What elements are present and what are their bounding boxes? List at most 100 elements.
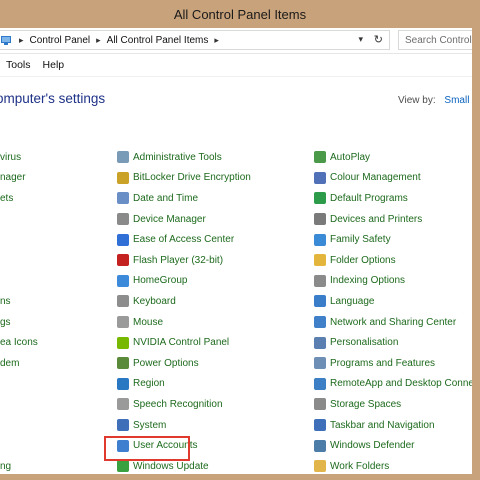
item-label[interactable]: Windows Update xyxy=(133,461,209,472)
control-panel-item[interactable]: Region xyxy=(117,374,251,395)
control-panel-item-left[interactable] xyxy=(0,374,38,395)
item-label[interactable]: Speech Recognition xyxy=(133,399,223,410)
item-label[interactable]: ng xyxy=(0,461,11,472)
control-panel-item[interactable]: Power Options xyxy=(117,353,251,374)
control-panel-item-left[interactable] xyxy=(0,229,38,250)
item-label[interactable]: Storage Spaces xyxy=(330,399,401,410)
control-panel-item-left[interactable] xyxy=(0,435,38,456)
item-label[interactable]: Region xyxy=(133,378,165,389)
item-label[interactable]: AutoPlay xyxy=(330,152,370,163)
control-panel-item-left[interactable] xyxy=(0,271,38,292)
microphone-icon xyxy=(117,398,129,411)
control-panel-item-left[interactable] xyxy=(0,394,38,415)
item-label[interactable]: Taskbar and Navigation xyxy=(330,420,435,431)
control-panel-item[interactable]: Taskbar and Navigation xyxy=(314,415,472,436)
item-label[interactable]: gs xyxy=(0,317,11,328)
control-panel-item-left[interactable]: ets xyxy=(0,188,38,209)
chevron-right-icon[interactable]: ▸ xyxy=(214,35,219,46)
view-by-dropdown[interactable]: Small ic xyxy=(444,95,472,106)
refresh-icon[interactable]: ↻ xyxy=(374,33,383,46)
item-label[interactable]: NVIDIA Control Panel xyxy=(133,337,229,348)
item-label[interactable]: Indexing Options xyxy=(330,275,405,286)
item-label[interactable]: Default Programs xyxy=(330,193,408,204)
chevron-right-icon[interactable]: ▸ xyxy=(96,35,101,46)
item-label[interactable]: Family Safety xyxy=(330,234,391,245)
item-label[interactable]: ns xyxy=(0,296,11,307)
search-input[interactable]: Search Control Pa xyxy=(398,30,472,50)
item-label[interactable]: Colour Management xyxy=(330,172,421,183)
item-label[interactable]: BitLocker Drive Encryption xyxy=(133,172,251,183)
control-panel-item[interactable]: System xyxy=(117,415,251,436)
control-panel-item[interactable]: Network and Sharing Center xyxy=(314,312,472,333)
control-panel-item[interactable]: Family Safety xyxy=(314,229,472,250)
control-panel-item[interactable]: Indexing Options xyxy=(314,271,472,292)
item-label[interactable]: Network and Sharing Center xyxy=(330,317,456,328)
item-label[interactable]: nager xyxy=(0,172,26,183)
item-label[interactable]: Windows Defender xyxy=(330,440,414,451)
control-panel-item-left[interactable] xyxy=(0,209,38,230)
item-label[interactable]: System xyxy=(133,420,166,431)
item-label[interactable]: Administrative Tools xyxy=(133,152,222,163)
breadcrumb-control-panel[interactable]: Control Panel xyxy=(30,35,91,46)
item-label[interactable]: Device Manager xyxy=(133,214,206,225)
item-label[interactable]: Programs and Features xyxy=(330,358,435,369)
chevron-right-icon[interactable]: ▸ xyxy=(19,35,24,46)
control-panel-item[interactable]: BitLocker Drive Encryption xyxy=(117,168,251,189)
item-label[interactable]: Work Folders xyxy=(330,461,389,472)
control-panel-item[interactable]: RemoteApp and Desktop Connect xyxy=(314,374,472,395)
item-label[interactable]: ea Icons xyxy=(0,337,38,348)
chevron-down-icon[interactable]: ▾ xyxy=(358,34,363,45)
control-panel-item-left[interactable]: nager xyxy=(0,168,38,189)
item-label[interactable]: virus xyxy=(0,152,21,163)
control-panel-item[interactable]: HomeGroup xyxy=(117,271,251,292)
address-bar[interactable]: ▸ Control Panel ▸ All Control Panel Item… xyxy=(0,30,390,50)
item-label[interactable]: HomeGroup xyxy=(133,275,187,286)
item-label[interactable]: ets xyxy=(0,193,13,204)
control-panel-item[interactable]: Ease of Access Center xyxy=(117,229,251,250)
control-panel-item[interactable]: Mouse xyxy=(117,312,251,333)
item-label[interactable]: Devices and Printers xyxy=(330,214,422,225)
control-panel-item[interactable]: Speech Recognition xyxy=(117,394,251,415)
control-panel-item-left[interactable]: dem xyxy=(0,353,38,374)
item-label[interactable]: dem xyxy=(0,358,19,369)
item-label[interactable]: Folder Options xyxy=(330,255,396,266)
menu-help[interactable]: Help xyxy=(43,59,65,71)
item-label[interactable]: RemoteApp and Desktop Connect xyxy=(330,378,472,389)
family-safety-icon xyxy=(314,233,326,246)
control-panel-item[interactable]: Colour Management xyxy=(314,168,472,189)
control-panel-item[interactable]: Work Folders xyxy=(314,456,472,474)
control-panel-item[interactable]: Personalisation xyxy=(314,332,472,353)
control-panel-item[interactable]: AutoPlay xyxy=(314,147,472,168)
item-label[interactable]: Language xyxy=(330,296,375,307)
control-panel-item-left[interactable] xyxy=(0,250,38,271)
control-panel-item-left[interactable]: ns xyxy=(0,291,38,312)
control-panel-item[interactable]: Devices and Printers xyxy=(314,209,472,230)
control-panel-item[interactable]: Windows Defender xyxy=(314,435,472,456)
item-label[interactable]: Date and Time xyxy=(133,193,198,204)
breadcrumb-all-items[interactable]: All Control Panel Items xyxy=(107,35,209,46)
item-label[interactable]: Keyboard xyxy=(133,296,176,307)
control-panel-item[interactable]: Keyboard xyxy=(117,291,251,312)
item-label[interactable]: Personalisation xyxy=(330,337,398,348)
control-panel-item[interactable]: Administrative Tools xyxy=(117,147,251,168)
menu-tools[interactable]: Tools xyxy=(6,59,31,71)
control-panel-item[interactable]: Language xyxy=(314,291,472,312)
item-label[interactable]: Power Options xyxy=(133,358,199,369)
control-panel-item[interactable]: Default Programs xyxy=(314,188,472,209)
item-label[interactable]: Flash Player (32-bit) xyxy=(133,255,223,266)
control-panel-item[interactable]: Flash Player (32-bit) xyxy=(117,250,251,271)
control-panel-item-left[interactable]: virus xyxy=(0,147,38,168)
control-panel-item[interactable]: NVIDIA Control Panel xyxy=(117,332,251,353)
item-label[interactable]: Ease of Access Center xyxy=(133,234,234,245)
control-panel-item[interactable]: Programs and Features xyxy=(314,353,472,374)
control-panel-item[interactable]: Storage Spaces xyxy=(314,394,472,415)
control-panel-item-left[interactable]: gs xyxy=(0,312,38,333)
control-panel-item[interactable]: Folder Options xyxy=(314,250,472,271)
view-by-label: View by: xyxy=(398,95,436,106)
control-panel-item[interactable]: Date and Time xyxy=(117,188,251,209)
item-label[interactable]: Mouse xyxy=(133,317,163,328)
control-panel-item-left[interactable] xyxy=(0,415,38,436)
control-panel-item[interactable]: Device Manager xyxy=(117,209,251,230)
control-panel-item-left[interactable]: ng xyxy=(0,456,38,474)
control-panel-item-left[interactable]: ea Icons xyxy=(0,332,38,353)
